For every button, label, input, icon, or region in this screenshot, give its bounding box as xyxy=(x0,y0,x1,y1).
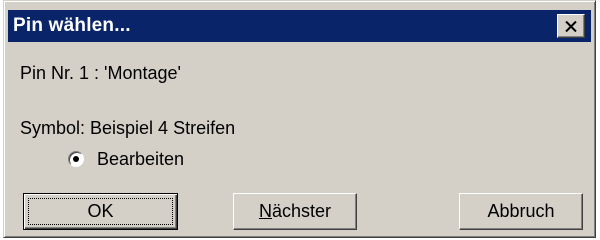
edit-radio-option[interactable]: Bearbeiten xyxy=(68,147,184,171)
ok-button[interactable]: OK xyxy=(23,193,178,230)
next-mnemonic: N xyxy=(258,201,272,221)
close-icon xyxy=(565,20,577,32)
title-bar[interactable]: Pin wählen... xyxy=(8,10,591,42)
next-label-rest: ächster xyxy=(271,201,332,221)
radio-selected-dot xyxy=(73,156,79,162)
pin-select-dialog: Pin wählen... Pin Nr. 1 : 'Montage' Symb… xyxy=(3,0,596,238)
radio-button[interactable] xyxy=(68,151,84,167)
next-button-label: Nächster xyxy=(259,201,331,222)
radio-label: Bearbeiten xyxy=(97,148,185,169)
cancel-button-label: Abbruch xyxy=(487,201,555,221)
next-button[interactable]: Nächster xyxy=(233,193,357,230)
pin-info-label: Pin Nr. 1 : 'Montage' xyxy=(20,63,181,83)
dialog-title: Pin wählen... xyxy=(13,15,131,36)
focus-rectangle xyxy=(28,198,173,225)
cancel-button[interactable]: Abbruch xyxy=(459,193,583,230)
close-button[interactable] xyxy=(557,14,585,38)
symbol-info-label: Symbol: Beispiel 4 Streifen xyxy=(20,118,236,138)
